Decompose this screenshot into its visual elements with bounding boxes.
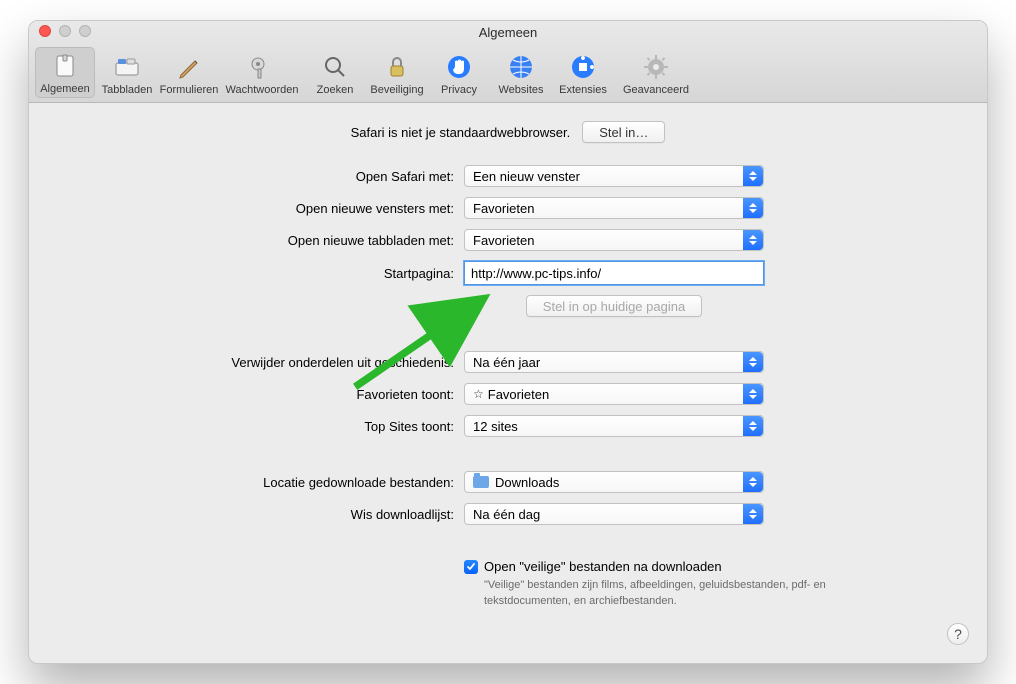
default-browser-banner: Safari is niet je standaardwebbrowser. S… [69,121,947,143]
hand-icon [445,53,473,81]
chevron-updown-icon [743,416,763,436]
label-remove-history: Verwijder onderdelen uit geschiedenis: [69,355,464,370]
lock-icon [383,53,411,81]
tab-forms[interactable]: Formulieren [159,47,219,98]
set-default-browser-button[interactable]: Stel in… [582,121,665,143]
traffic-lights [39,25,91,37]
window-title: Algemeen [479,25,538,40]
general-icon [51,52,79,80]
select-value: Favorieten [473,201,534,216]
select-clear-downloads[interactable]: Na één dag [464,503,764,525]
label-homepage: Startpagina: [69,266,464,281]
help-icon: ? [954,626,962,642]
checkbox-checked-icon [464,560,478,574]
row-clear-downloads: Wis downloadlijst: Na één dag [69,503,947,525]
tab-general[interactable]: Algemeen [35,47,95,98]
search-icon [321,53,349,81]
chevron-updown-icon [743,504,763,524]
puzzle-icon [569,53,597,81]
folder-icon [473,476,489,488]
tabs-icon [113,53,141,81]
label-clear-downloads: Wis downloadlijst: [69,507,464,522]
key-icon [248,53,276,81]
tab-advanced[interactable]: Geavanceerd [615,47,697,98]
chevron-updown-icon [743,384,763,404]
tab-label: Tabbladen [102,84,153,96]
label-open-windows: Open nieuwe vensters met: [69,201,464,216]
select-value: Downloads [495,475,559,490]
homepage-input[interactable] [464,261,764,285]
safe-files-hint: "Veilige" bestanden zijn films, afbeeldi… [484,578,844,610]
chevron-updown-icon [743,166,763,186]
toolbar: Algemeen Tabbladen Formulieren Wachtwoor… [29,43,987,103]
pen-icon [175,53,203,81]
close-window-button[interactable] [39,25,51,37]
label-download-location: Locatie gedownloade bestanden: [69,475,464,490]
gear-icon [642,53,670,81]
tab-search[interactable]: Zoeken [305,47,365,98]
open-safe-files-checkbox[interactable]: Open "veilige" bestanden na downloaden [464,559,844,574]
select-topsites[interactable]: 12 sites [464,415,764,437]
row-open-safari: Open Safari met: Een nieuw venster [69,165,947,187]
preferences-window: Algemeen Algemeen Tabbladen Formulieren [28,20,988,664]
select-value: Na één dag [473,507,540,522]
row-open-tabs: Open nieuwe tabbladen met: Favorieten [69,229,947,251]
tab-label: Privacy [441,84,477,96]
row-homepage: Startpagina: [69,261,947,285]
tab-extensions[interactable]: Extensies [553,47,613,98]
tab-label: Beveiliging [370,84,423,96]
set-to-current-page-button[interactable]: Stel in op huidige pagina [526,295,702,317]
tab-label: Algemeen [40,83,90,95]
tab-security[interactable]: Beveiliging [367,47,427,98]
row-homepage-button: Stel in op huidige pagina [69,295,947,317]
minimize-window-button[interactable] [59,25,71,37]
row-open-windows: Open nieuwe vensters met: Favorieten [69,197,947,219]
star-icon: ☆ [473,387,484,401]
select-open-tabs[interactable]: Favorieten [464,229,764,251]
tab-label: Zoeken [317,84,354,96]
content-area: Safari is niet je standaardwebbrowser. S… [29,103,987,663]
select-remove-history[interactable]: Na één jaar [464,351,764,373]
chevron-updown-icon [743,472,763,492]
tab-label: Wachtwoorden [226,84,299,96]
select-value: Een nieuw venster [473,169,580,184]
select-value: Favorieten [488,387,549,402]
tab-privacy[interactable]: Privacy [429,47,489,98]
chevron-updown-icon [743,352,763,372]
row-download-location: Locatie gedownloade bestanden: Downloads [69,471,947,493]
select-download-location[interactable]: Downloads [464,471,764,493]
zoom-window-button[interactable] [79,25,91,37]
row-favorites: Favorieten toont: ☆ Favorieten [69,383,947,405]
tab-tabs[interactable]: Tabbladen [97,47,157,98]
row-topsites: Top Sites toont: 12 sites [69,415,947,437]
chevron-updown-icon [743,198,763,218]
tab-label: Extensies [559,84,607,96]
label-open-tabs: Open nieuwe tabbladen met: [69,233,464,248]
tab-label: Formulieren [160,84,219,96]
row-remove-history: Verwijder onderdelen uit geschiedenis: N… [69,351,947,373]
select-open-windows[interactable]: Favorieten [464,197,764,219]
select-value: Na één jaar [473,355,540,370]
help-button[interactable]: ? [947,623,969,645]
select-value: Favorieten [473,233,534,248]
label-topsites: Top Sites toont: [69,419,464,434]
tab-label: Websites [498,84,543,96]
label-favorites: Favorieten toont: [69,387,464,402]
titlebar: Algemeen [29,21,987,43]
tab-label: Geavanceerd [623,84,689,96]
chevron-updown-icon [743,230,763,250]
select-open-safari[interactable]: Een nieuw venster [464,165,764,187]
tab-websites[interactable]: Websites [491,47,551,98]
label-open-safari: Open Safari met: [69,169,464,184]
tab-passwords[interactable]: Wachtwoorden [221,47,303,98]
row-safe-files: Open "veilige" bestanden na downloaden "… [69,559,947,610]
select-favorites[interactable]: ☆ Favorieten [464,383,764,405]
select-value: 12 sites [473,419,518,434]
default-browser-text: Safari is niet je standaardwebbrowser. [351,125,571,140]
safe-files-label: Open "veilige" bestanden na downloaden [484,559,722,574]
globe-icon [507,53,535,81]
